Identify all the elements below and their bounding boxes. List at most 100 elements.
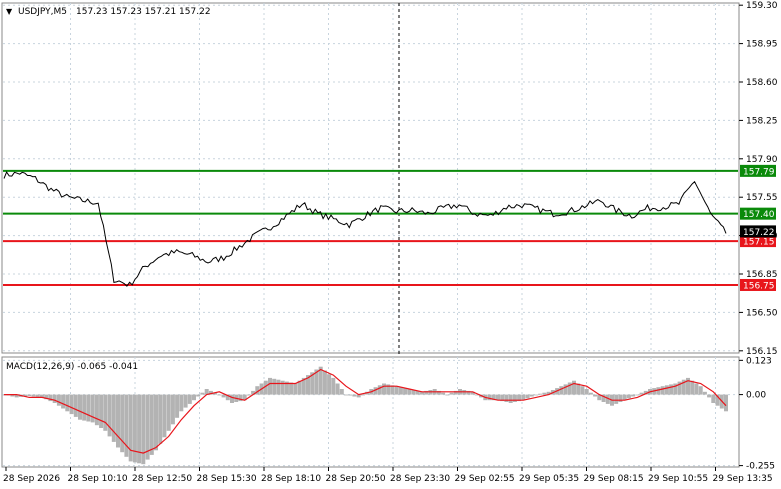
macd-histogram-bar bbox=[61, 394, 66, 409]
macd-histogram-bar bbox=[128, 394, 133, 462]
macd-histogram-bar bbox=[352, 394, 357, 397]
macd-histogram-bar bbox=[512, 394, 517, 402]
level-label: 157.79 bbox=[743, 167, 775, 177]
price-tick-label: 159.30 bbox=[746, 1, 778, 11]
macd-histogram-bar bbox=[377, 385, 382, 395]
macd-histogram-bar bbox=[183, 394, 188, 408]
macd-histogram-bar bbox=[82, 394, 87, 421]
macd-histogram-bar bbox=[327, 374, 332, 395]
macd-histogram-bar bbox=[669, 384, 674, 395]
price-tick-label: 158.95 bbox=[746, 40, 778, 50]
symbol-label: USDJPY,M5 bbox=[18, 7, 67, 17]
macd-histogram-bar bbox=[103, 394, 108, 431]
macd-histogram-bar bbox=[31, 394, 36, 397]
level-label: 157.40 bbox=[743, 210, 775, 220]
macd-histogram-bar bbox=[276, 379, 281, 395]
ohlc-values: 157.23 157.23 157.21 157.22 bbox=[76, 7, 211, 17]
current-price-label: 157.22 bbox=[743, 228, 775, 238]
time-tick-label: 28 Sep 12:50 bbox=[132, 474, 192, 484]
macd-histogram-bar bbox=[584, 389, 589, 395]
macd-histogram-bar bbox=[724, 394, 728, 412]
macd-histogram-bar bbox=[162, 394, 167, 438]
macd-histogram-bar bbox=[694, 383, 699, 395]
price-tick-label: 156.50 bbox=[746, 308, 778, 318]
time-tick-label: 28 Sep 2026 bbox=[3, 474, 60, 484]
macd-histogram-bar bbox=[580, 386, 585, 395]
macd-histogram-bar bbox=[65, 394, 70, 412]
macd-tick-label: 0.00 bbox=[746, 391, 766, 401]
macd-histogram-bar bbox=[618, 394, 623, 402]
price-tick-label: 156.85 bbox=[746, 270, 778, 280]
macd-histogram-bar bbox=[538, 393, 543, 395]
macd-histogram-bar bbox=[120, 394, 125, 453]
macd-histogram-bar bbox=[179, 394, 184, 412]
macd-axis: 0.123 0.00 -0.255 bbox=[739, 356, 775, 472]
macd-label: MACD(12,26,9) -0.065 -0.041 bbox=[6, 362, 138, 372]
macd-histogram-bar bbox=[559, 386, 564, 395]
macd-histogram-bar bbox=[707, 394, 712, 398]
macd-histogram-bar bbox=[56, 394, 61, 406]
macd-histogram-bar bbox=[94, 394, 99, 426]
time-tick-label: 28 Sep 15:30 bbox=[197, 474, 257, 484]
macd-histogram-bar bbox=[403, 388, 408, 395]
macd-histogram-bar bbox=[339, 389, 344, 395]
macd-histogram-bar bbox=[635, 394, 640, 396]
macd-histogram-bar bbox=[187, 394, 192, 404]
time-tick-label: 28 Sep 23:30 bbox=[390, 474, 450, 484]
time-tick-label: 28 Sep 18:10 bbox=[261, 474, 321, 484]
macd-histogram-bar bbox=[593, 394, 598, 397]
macd-histogram-bar bbox=[141, 394, 146, 465]
price-tick-label: 156.15 bbox=[746, 347, 778, 357]
macd-histogram-bar bbox=[217, 394, 222, 396]
macd-histogram-bar bbox=[221, 394, 226, 398]
macd-histogram-bar bbox=[200, 392, 205, 395]
macd-histogram-bar bbox=[614, 394, 619, 404]
macd-histogram-bar bbox=[69, 394, 74, 415]
price-panel[interactable] bbox=[1, 2, 740, 354]
macd-histogram-bar bbox=[322, 370, 327, 395]
triangle-down-icon[interactable]: ▼ bbox=[6, 7, 13, 16]
macd-histogram-bar bbox=[99, 394, 104, 428]
macd-histogram-bar bbox=[154, 394, 158, 451]
macd-histogram-bar bbox=[656, 387, 661, 395]
macd-histogram-bar bbox=[175, 394, 180, 418]
macd-histogram-bar bbox=[335, 383, 340, 395]
macd-histogram-bar bbox=[449, 392, 454, 395]
trading-chart[interactable]: 159.30 158.95 158.60 158.25 157.90 157.55 157.… bbox=[0, 0, 781, 489]
macd-histogram-bar bbox=[246, 394, 251, 396]
macd-histogram-bar bbox=[230, 394, 234, 403]
macd-histogram-bar bbox=[280, 380, 285, 395]
macd-histogram-bar bbox=[331, 377, 336, 395]
macd-histogram-bar bbox=[107, 394, 112, 437]
macd-histogram-bar bbox=[487, 394, 492, 401]
macd-histogram-bar bbox=[698, 386, 703, 395]
macd-histogram-bar bbox=[382, 383, 386, 395]
macd-histogram-bar bbox=[73, 394, 78, 417]
macd-histogram-bar bbox=[192, 394, 196, 401]
chart-header[interactable]: ▼ USDJPY,M5 157.23 157.23 157.21 157.22 bbox=[6, 7, 211, 17]
macd-histogram-bar bbox=[170, 394, 175, 425]
macd-histogram-bar bbox=[702, 391, 707, 395]
macd-histogram-bar bbox=[690, 380, 695, 395]
macd-histogram-bar bbox=[445, 394, 450, 396]
price-axis: 159.30 158.95 158.60 158.25 157.90 157.55 157.… bbox=[739, 1, 778, 357]
macd-histogram-bar bbox=[158, 394, 163, 444]
macd-histogram-bar bbox=[360, 394, 365, 396]
time-tick-label: 28 Sep 10:10 bbox=[68, 474, 128, 484]
macd-histogram-bar bbox=[660, 386, 665, 395]
macd-histogram-bar bbox=[631, 394, 636, 397]
macd-histogram-bar bbox=[588, 392, 593, 395]
macd-tick-label: -0.255 bbox=[746, 462, 775, 472]
macd-histogram-bar bbox=[441, 392, 446, 395]
level-label: 157.15 bbox=[743, 238, 775, 248]
macd-histogram-bar bbox=[132, 394, 137, 463]
time-tick-label: 28 Sep 20:50 bbox=[326, 474, 386, 484]
time-tick-label: 29 Sep 10:55 bbox=[648, 474, 708, 484]
macd-histogram-bar bbox=[398, 387, 403, 395]
macd-histogram-bar bbox=[289, 382, 294, 395]
macd-histogram-bar bbox=[348, 394, 353, 396]
macd-histogram-bar bbox=[35, 394, 40, 397]
macd-histogram-bar bbox=[664, 385, 669, 395]
macd-histogram-bar bbox=[268, 377, 272, 395]
macd-histogram-bar bbox=[149, 394, 154, 455]
